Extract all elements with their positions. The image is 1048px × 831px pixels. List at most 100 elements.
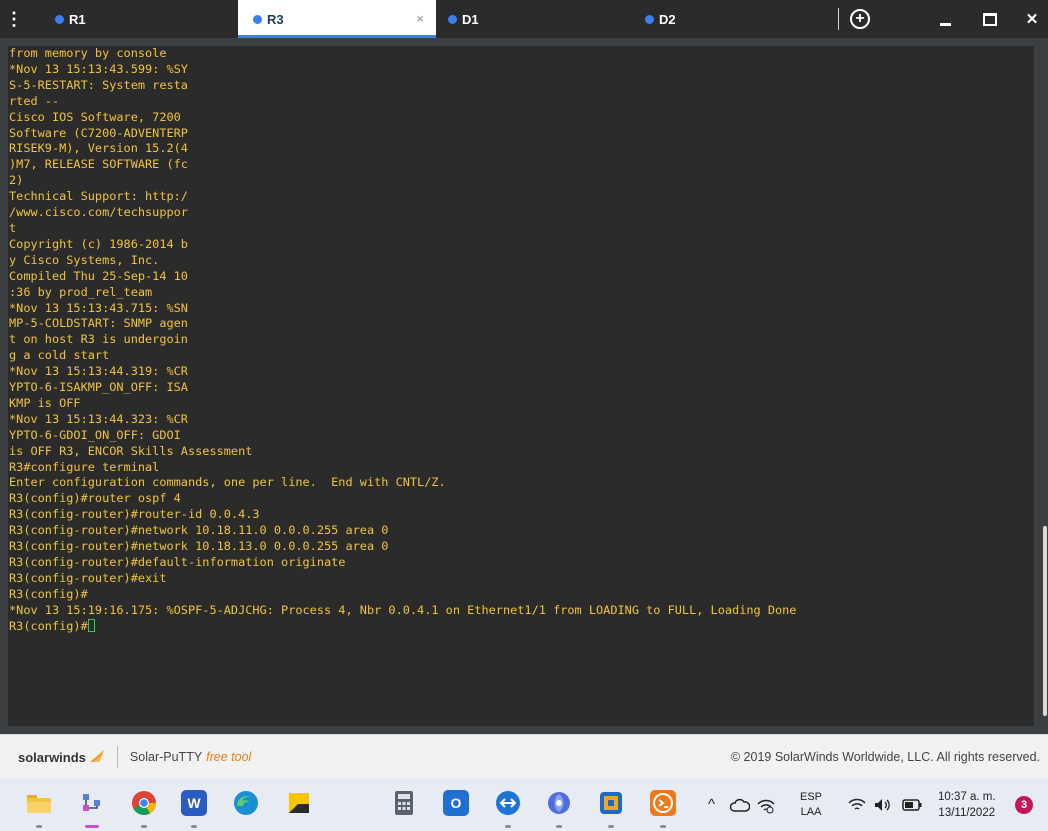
terminal-line: Cisco IOS Software, 7200 [9, 109, 181, 124]
tab-r3[interactable]: R3 × [238, 0, 436, 38]
scrollbar-thumb[interactable] [1043, 526, 1047, 716]
chrome-icon[interactable] [131, 790, 157, 816]
vertical-scrollbar[interactable] [1042, 46, 1048, 726]
terminal-line: KMP is OFF [9, 395, 81, 410]
status-dot-icon [55, 14, 64, 24]
terminal-line: R3(config-router)#network 10.18.13.0 0.0… [9, 539, 389, 554]
taskbar-indicator [660, 825, 666, 828]
footer-divider [116, 746, 118, 768]
close-tab-icon[interactable]: × [416, 11, 424, 26]
terminal-line: )M7, RELEASE SOFTWARE (fc [9, 157, 188, 172]
show-hidden-icons[interactable]: ^ [708, 778, 715, 831]
file-explorer-icon[interactable] [26, 790, 52, 816]
terminal-line: MP-5-COLDSTART: SNMP agen [9, 316, 188, 331]
terminal-line: Compiled Thu 25-Sep-14 10 [9, 268, 188, 283]
terminal-line: is OFF R3, ENCOR Skills Assessment [9, 443, 253, 458]
terminal-line: *Nov 13 15:13:43.599: %SY [9, 61, 188, 76]
network-status-icon[interactable] [756, 778, 776, 831]
sticky-notes-icon[interactable] [286, 790, 312, 816]
taskbar-indicator [556, 825, 562, 828]
product-name: Solar-PuTTY [129, 750, 203, 764]
word-glyph: W [187, 795, 201, 811]
title-bar: ⋮ R1 R3 × D1 D2 + ✕ [0, 0, 1048, 38]
clock-date: 13/11/2022 [938, 806, 996, 819]
taskbar-indicator [141, 825, 147, 828]
keyboard-layout: LAA [800, 805, 822, 818]
terminal-line: t [9, 220, 17, 235]
windows-taskbar: W O ^ ESP LAA 10:37 a. m. 13/11/2022 3 [0, 778, 1048, 831]
terminal-line: R3#configure terminal [9, 459, 160, 474]
taskbar-indicator [608, 825, 614, 828]
maximize-icon [983, 12, 997, 26]
tab-label: R1 [69, 11, 86, 27]
terminal-line: t on host R3 is undergoin [9, 332, 188, 347]
terminal-line: Technical Support: http:/ [9, 189, 188, 204]
git-app-icon[interactable] [79, 790, 105, 816]
word-icon[interactable]: W [181, 790, 207, 816]
status-dot-icon [645, 14, 654, 24]
maximize-button[interactable] [973, 0, 1007, 38]
edge-icon[interactable] [233, 790, 259, 816]
terminal-line: R3(config)# [9, 586, 88, 601]
vertical-dots-icon[interactable]: ⋮ [0, 0, 28, 38]
terminal-line: *Nov 13 15:19:16.175: %OSPF-5-ADJCHG: Pr… [9, 602, 797, 617]
close-window-button[interactable]: ✕ [1016, 0, 1048, 38]
wifi-icon[interactable] [848, 778, 866, 831]
terminal-cursor [87, 618, 95, 632]
terminal-prompt: R3(config)# [9, 618, 88, 633]
terminal-line: YPTO-6-ISAKMP_ON_OFF: ISA [9, 380, 188, 395]
terminal-text: from memory by console *Nov 13 15:13:43.5… [8, 46, 1034, 635]
copyright-text: © 2019 SolarWinds Worldwide, LLC. All ri… [730, 750, 1040, 764]
status-footer: solarwinds Solar-PuTTY free tool © 2019 … [0, 734, 1048, 779]
terminal-line: R3(config-router)#exit [9, 570, 167, 585]
terminal-line: Enter configuration commands, one per li… [9, 475, 446, 490]
status-dot-icon [448, 14, 457, 24]
terminal-line: Software (C7200-ADVENTERP [9, 125, 188, 140]
terminal-line: y Cisco Systems, Inc. [9, 252, 160, 267]
virtualbox-icon[interactable] [598, 790, 624, 816]
remote-desktop-icon[interactable] [495, 790, 521, 816]
tab-label: D1 [462, 11, 479, 27]
minimize-icon [939, 22, 951, 26]
gns3-icon[interactable] [546, 790, 572, 816]
new-tab-icon[interactable]: + [850, 9, 870, 29]
terminal-line: S-5-RESTART: System resta [9, 77, 188, 92]
taskbar-indicator [191, 825, 197, 828]
onedrive-icon[interactable] [730, 778, 750, 831]
solarwinds-logo: solarwinds [18, 749, 105, 766]
volume-icon[interactable] [874, 778, 892, 831]
outlook-icon[interactable]: O [443, 790, 469, 816]
tab-divider [838, 8, 839, 30]
terminal-frame: from memory by console *Nov 13 15:13:43.5… [0, 38, 1048, 734]
terminal-line: Copyright (c) 1986-2014 b [9, 236, 188, 251]
terminal-line: *Nov 13 15:13:44.319: %CR [9, 364, 188, 379]
taskbar-indicator [505, 825, 511, 828]
clock[interactable]: 10:37 a. m. 13/11/2022 [938, 778, 996, 831]
notification-center[interactable]: 3 [1015, 778, 1033, 831]
taskbar-indicator [36, 825, 42, 828]
terminal-line: YPTO-6-GDOI_ON_OFF: GDOI [9, 427, 181, 442]
terminal-output[interactable]: from memory by console *Nov 13 15:13:43.5… [8, 46, 1034, 726]
status-dot-icon [253, 14, 262, 24]
tab-label: R3 [267, 11, 284, 27]
tab-label: D2 [659, 11, 676, 27]
solar-putty-icon[interactable] [650, 790, 676, 816]
outlook-glyph: O [450, 795, 462, 811]
terminal-line: R3(config-router)#network 10.18.11.0 0.0… [9, 523, 389, 538]
taskbar-indicator-active [85, 825, 99, 828]
tab-d1[interactable]: D1 [448, 0, 628, 38]
minimize-button[interactable] [928, 0, 962, 38]
terminal-prompt-line: R3(config)# [9, 618, 1034, 635]
solarwinds-flame-icon [89, 749, 105, 766]
free-tool-label: free tool [206, 750, 252, 764]
terminal-line: *Nov 13 15:13:43.715: %SN [9, 300, 188, 315]
terminal-line: :36 by prod_rel_team [9, 284, 153, 299]
calculator-icon[interactable] [391, 790, 417, 816]
terminal-line: from memory by console [9, 46, 167, 60]
terminal-line: 2) [9, 173, 24, 188]
tab-d2[interactable]: D2 [645, 0, 825, 38]
tab-r1[interactable]: R1 [55, 0, 235, 38]
terminal-line: R3(config)#router ospf 4 [9, 491, 181, 506]
language-indicator[interactable]: ESP LAA [800, 778, 822, 831]
battery-icon[interactable] [902, 778, 922, 831]
